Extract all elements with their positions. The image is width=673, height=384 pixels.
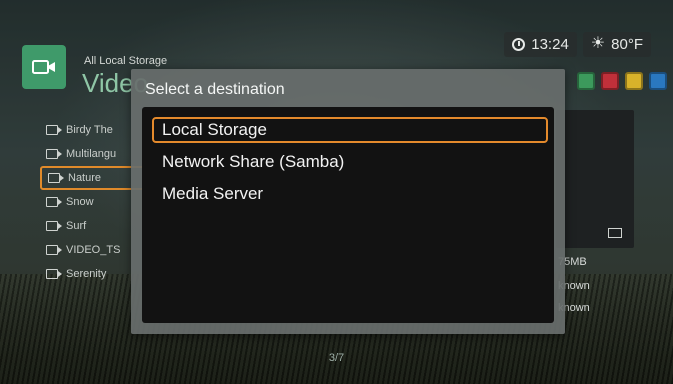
option-local-storage[interactable]: Local Storage <box>152 117 548 143</box>
time-label: 13:24 <box>531 35 569 53</box>
yellow-button[interactable] <box>625 72 643 90</box>
dialog-title: Select a destination <box>145 81 285 98</box>
dialog-options: Local Storage Network Share (Samba) Medi… <box>142 107 554 323</box>
temperature-label: 80°F <box>611 35 643 53</box>
clock-display: 13:24 <box>504 31 577 57</box>
status-bar: 13:24 ☀ 80°F <box>504 30 651 58</box>
subtitle-icon <box>608 228 622 238</box>
video-file-icon <box>48 173 64 183</box>
red-button[interactable] <box>601 72 619 90</box>
thumbnail-preview <box>556 110 634 248</box>
list-item-label: Snow <box>66 196 94 208</box>
blue-button[interactable] <box>649 72 667 90</box>
list-item-label: Surf <box>66 220 87 232</box>
video-camera-icon <box>22 45 66 89</box>
list-item-label: Nature <box>68 172 102 184</box>
list-item-label: Multilangu <box>66 148 117 160</box>
destination-dialog: Select a destination Local Storage Netwo… <box>131 69 565 334</box>
list-item-label: Serenity <box>66 268 107 280</box>
option-media-server[interactable]: Media Server <box>152 181 548 207</box>
sun-icon: ☀ <box>590 35 606 52</box>
video-file-icon <box>46 197 62 207</box>
breadcrumb: All Local Storage <box>84 55 168 67</box>
green-button[interactable] <box>577 72 595 90</box>
color-button-bar <box>577 72 667 90</box>
video-file-icon <box>46 125 62 135</box>
video-file-icon <box>46 269 62 279</box>
option-network-share[interactable]: Network Share (Samba) <box>152 149 548 175</box>
video-file-icon <box>46 149 62 159</box>
clock-icon <box>512 37 526 51</box>
video-file-icon <box>46 245 62 255</box>
list-item-label: Birdy The <box>66 124 113 136</box>
video-file-icon <box>46 221 62 231</box>
weather-display: ☀ 80°F <box>582 31 651 57</box>
page-indicator: 3/7 <box>328 352 345 364</box>
list-item-label: VIDEO_TS <box>66 244 121 256</box>
